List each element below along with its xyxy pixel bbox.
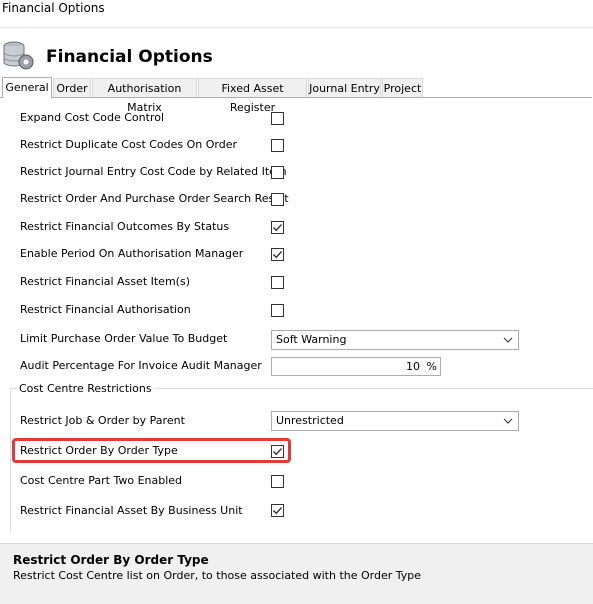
help-title: Restrict Order By Order Type bbox=[13, 553, 209, 567]
window-title: Financial Options bbox=[2, 1, 105, 15]
restrict-asset-by-bu-label: Restrict Financial Asset By Business Uni… bbox=[20, 504, 243, 517]
title-divider bbox=[0, 27, 593, 28]
enable-period-auth-manager-checkbox[interactable] bbox=[271, 248, 284, 261]
restrict-financial-asset-items-checkbox[interactable] bbox=[271, 276, 284, 289]
checkmark-icon bbox=[273, 507, 282, 515]
restrict-journal-entry-cost-code-checkbox[interactable] bbox=[271, 166, 284, 179]
database-gear-icon bbox=[0, 38, 36, 72]
restrict-financial-outcomes-label: Restrict Financial Outcomes By Status bbox=[20, 220, 230, 233]
help-description: Restrict Cost Centre list on Order, to t… bbox=[13, 569, 422, 582]
checkmark-icon bbox=[273, 224, 282, 232]
tab-authorisation-matrix[interactable]: Authorisation Matrix bbox=[92, 78, 197, 114]
restrict-job-order-by-parent-label: Restrict Job & Order by Parent bbox=[20, 414, 185, 427]
cost-centre-part-two-checkbox[interactable] bbox=[271, 475, 284, 488]
audit-percentage-label: Audit Percentage For Invoice Audit Manag… bbox=[20, 359, 262, 372]
tab-panel-border bbox=[0, 97, 592, 98]
restrict-order-po-search-label: Restrict Order And Purchase Order Search… bbox=[20, 192, 289, 205]
restrict-financial-authorisation-checkbox[interactable] bbox=[271, 304, 284, 317]
limit-po-value-selected: Soft Warning bbox=[276, 333, 347, 346]
page-title: Financial Options bbox=[46, 47, 213, 67]
audit-percentage-input[interactable]: 10 % bbox=[271, 357, 441, 376]
restrict-order-by-type-checkbox[interactable] bbox=[271, 445, 284, 458]
checkmark-icon bbox=[273, 448, 282, 456]
restrict-financial-outcomes-checkbox[interactable] bbox=[271, 221, 284, 234]
tab-project[interactable]: Project bbox=[382, 78, 423, 97]
restrict-duplicate-cost-codes-checkbox[interactable] bbox=[271, 139, 284, 152]
audit-percentage-value: 10 bbox=[406, 360, 420, 373]
percent-unit: % bbox=[426, 360, 437, 373]
tab-journal-entry[interactable]: Journal Entry bbox=[308, 78, 381, 97]
limit-po-value-dropdown[interactable]: Soft Warning bbox=[271, 330, 519, 350]
restrict-job-order-by-parent-dropdown[interactable]: Unrestricted bbox=[271, 411, 519, 431]
tab-general[interactable]: General bbox=[2, 77, 52, 98]
expand-cost-code-checkbox[interactable] bbox=[271, 112, 284, 125]
restrict-order-by-type-label: Restrict Order By Order Type bbox=[20, 444, 178, 457]
enable-period-auth-manager-label: Enable Period On Authorisation Manager bbox=[20, 247, 244, 260]
group-border-left bbox=[10, 388, 11, 533]
chevron-down-icon bbox=[503, 337, 513, 343]
expand-cost-code-label: Expand Cost Code Control bbox=[20, 111, 165, 124]
tab-order[interactable]: Order bbox=[53, 78, 91, 97]
restrict-financial-asset-items-label: Restrict Financial Asset Item(s) bbox=[20, 275, 190, 288]
restrict-order-po-search-checkbox[interactable] bbox=[271, 193, 284, 206]
restrict-duplicate-cost-codes-label: Restrict Duplicate Cost Codes On Order bbox=[20, 138, 238, 151]
cost-centre-group-title: Cost Centre Restrictions bbox=[17, 382, 154, 396]
restrict-job-order-by-parent-selected: Unrestricted bbox=[276, 414, 344, 427]
restrict-asset-by-bu-checkbox[interactable] bbox=[271, 504, 284, 517]
cost-centre-part-two-label: Cost Centre Part Two Enabled bbox=[20, 474, 183, 487]
limit-po-value-label: Limit Purchase Order Value To Budget bbox=[20, 332, 228, 345]
tab-fixed-asset-register[interactable]: Fixed Asset Register bbox=[198, 78, 307, 114]
checkmark-icon bbox=[273, 251, 282, 259]
restrict-financial-authorisation-label: Restrict Financial Authorisation bbox=[20, 303, 191, 316]
chevron-down-icon bbox=[503, 418, 513, 424]
restrict-journal-entry-cost-code-label: Restrict Journal Entry Cost Code by Rela… bbox=[20, 165, 287, 178]
